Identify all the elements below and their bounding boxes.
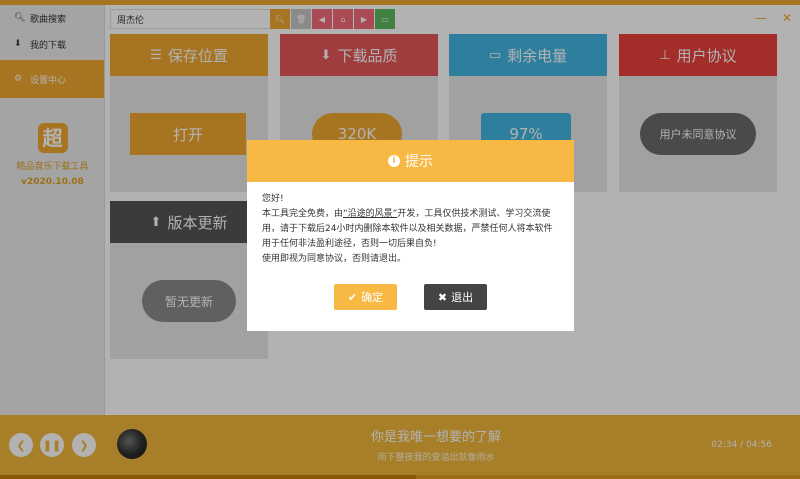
exit-button[interactable]: ✖ 退出: [424, 284, 487, 310]
button-label: 确定: [361, 291, 384, 304]
dialog-title: 提示: [405, 154, 433, 170]
dialog-greeting: 您好!: [262, 194, 284, 204]
confirm-button[interactable]: ✔ 确定: [334, 284, 397, 310]
close-icon: ✖: [437, 290, 448, 304]
info-icon: i: [388, 155, 400, 167]
dialog-header: i 提示: [247, 140, 574, 182]
dialog-text: 本工具完全免费，由: [262, 209, 344, 219]
check-icon: ✔: [347, 290, 358, 304]
dialog-paragraph: 本工具完全免费，由“沿途的风景”开发，工具仅供技术测试、学习交流使用，请于下载后…: [262, 207, 559, 252]
notice-dialog: i 提示 您好! 本工具完全免费，由“沿途的风景”开发，工具仅供技术测试、学习交…: [247, 140, 574, 331]
dialog-body: 您好! 本工具完全免费，由“沿途的风景”开发，工具仅供技术测试、学习交流使用，请…: [247, 182, 574, 267]
developer-name: “沿途的风景”: [343, 209, 398, 219]
button-label: 退出: [451, 291, 474, 304]
dialog-agreement-line: 使用即视为同意协议，否则请退出。: [262, 254, 407, 264]
